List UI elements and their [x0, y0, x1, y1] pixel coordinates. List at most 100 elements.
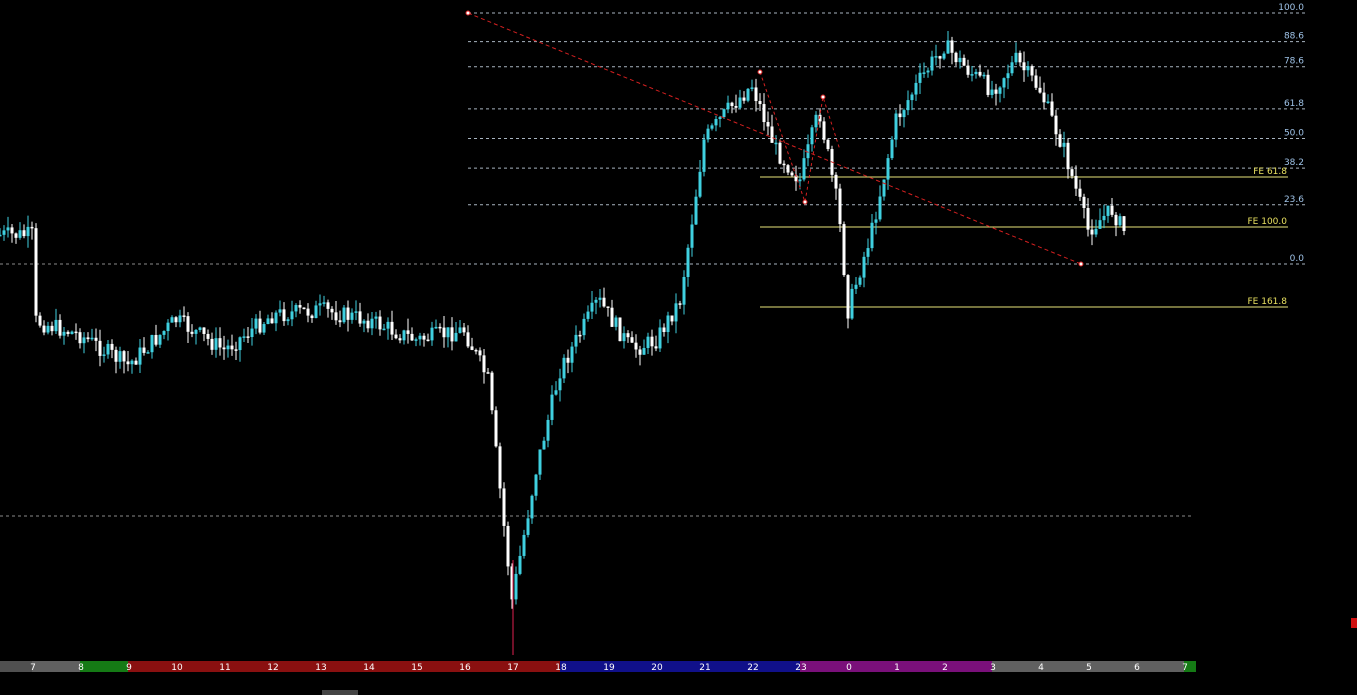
candle-body	[254, 318, 258, 329]
candle-body	[1006, 73, 1010, 79]
candle-body	[910, 94, 914, 101]
candle-body	[1062, 142, 1066, 147]
hour-label: 2	[942, 663, 948, 673]
candle-body	[414, 339, 418, 341]
axis-segment	[1088, 661, 1136, 672]
candle-body	[1070, 169, 1074, 176]
candle-body	[674, 303, 678, 322]
candle-body	[326, 302, 330, 309]
candle-body	[190, 331, 194, 334]
candle-body	[466, 332, 470, 347]
candle-body	[126, 361, 130, 365]
axis-segment	[320, 661, 368, 672]
candle-body	[570, 346, 574, 363]
candle-body	[1078, 188, 1082, 197]
candle-body	[474, 349, 478, 352]
candle-body	[498, 446, 502, 489]
hour-label: 3	[990, 663, 996, 673]
candle-body	[334, 312, 338, 321]
candle-body	[598, 297, 602, 300]
hour-label: 10	[171, 663, 183, 673]
candle-body	[438, 326, 442, 329]
candle-body	[166, 322, 170, 332]
candle-body	[1058, 134, 1062, 147]
candle-body	[90, 337, 94, 340]
candle-body	[658, 327, 662, 349]
candle-body	[6, 227, 10, 231]
candle-body	[418, 335, 422, 340]
candle-body	[214, 338, 218, 350]
anchor-point[interactable]	[757, 69, 763, 75]
anchor-point[interactable]	[802, 199, 808, 205]
candle-body	[58, 319, 62, 336]
hour-label: 17	[507, 663, 518, 673]
candle-body	[558, 378, 562, 391]
candle-body	[34, 228, 38, 316]
candle-body	[618, 317, 622, 342]
candle-body	[454, 332, 458, 342]
anchor-point[interactable]	[1078, 261, 1084, 267]
candle-body	[946, 40, 950, 54]
candle-body	[926, 70, 930, 73]
candle-body	[606, 306, 610, 308]
candle-body	[162, 331, 166, 335]
candle-body	[222, 347, 226, 350]
candle-body	[734, 106, 738, 108]
fib-level-label: 50.0	[1284, 129, 1304, 139]
candle-body	[1118, 216, 1122, 226]
candle-body	[746, 88, 750, 101]
candle-body	[806, 144, 810, 159]
candle-body	[86, 337, 90, 340]
candle-body	[782, 163, 786, 166]
candle-body	[646, 336, 650, 348]
candle-body	[710, 125, 714, 129]
hour-label: 20	[651, 663, 663, 673]
candle-body	[1014, 52, 1018, 63]
candle-body	[582, 318, 586, 336]
candle-body	[770, 126, 774, 143]
scroll-thumb[interactable]	[322, 690, 358, 695]
candle-body	[14, 233, 18, 238]
candle-body	[514, 573, 518, 600]
candle-body	[250, 328, 254, 338]
candle-body	[790, 172, 794, 176]
candle-body	[1022, 62, 1026, 71]
axis-segment	[896, 661, 944, 672]
candle-body	[826, 139, 830, 150]
candle-body	[234, 349, 238, 351]
candle-body	[854, 284, 858, 289]
candle-body	[430, 327, 434, 341]
fe-level-label: FE 61.8	[1253, 167, 1287, 177]
candle-body	[194, 329, 198, 334]
anchor-point[interactable]	[465, 10, 471, 16]
candle-body	[974, 71, 978, 75]
candle-body	[886, 158, 890, 180]
candle-body	[354, 311, 358, 313]
candle-body	[362, 320, 366, 324]
candle-body	[994, 89, 998, 94]
candle-body	[1066, 142, 1070, 170]
price-chart[interactable]: 100.088.678.661.850.038.223.60.0 FE 61.8…	[0, 0, 1357, 695]
anchor-point[interactable]	[820, 94, 826, 100]
candle-body	[742, 97, 746, 101]
candle-body	[42, 325, 46, 333]
candle-body	[714, 119, 718, 126]
candle-body	[678, 303, 682, 305]
candle-body	[574, 334, 578, 347]
candle-body	[686, 247, 690, 278]
candle-body	[706, 128, 710, 140]
candle-body	[898, 113, 902, 118]
candle-body	[622, 333, 626, 342]
candle-body	[986, 74, 990, 95]
hour-label: 11	[219, 663, 230, 673]
candle-body	[1046, 101, 1050, 104]
hour-label: 7	[30, 663, 36, 673]
candle-body	[62, 331, 66, 336]
axis-segment	[752, 661, 800, 672]
candle-body	[346, 307, 350, 320]
hour-label: 9	[126, 663, 132, 673]
candle-body	[1074, 175, 1078, 189]
candle-body	[810, 127, 814, 145]
candle-body	[934, 56, 938, 58]
candle-body	[314, 305, 318, 319]
